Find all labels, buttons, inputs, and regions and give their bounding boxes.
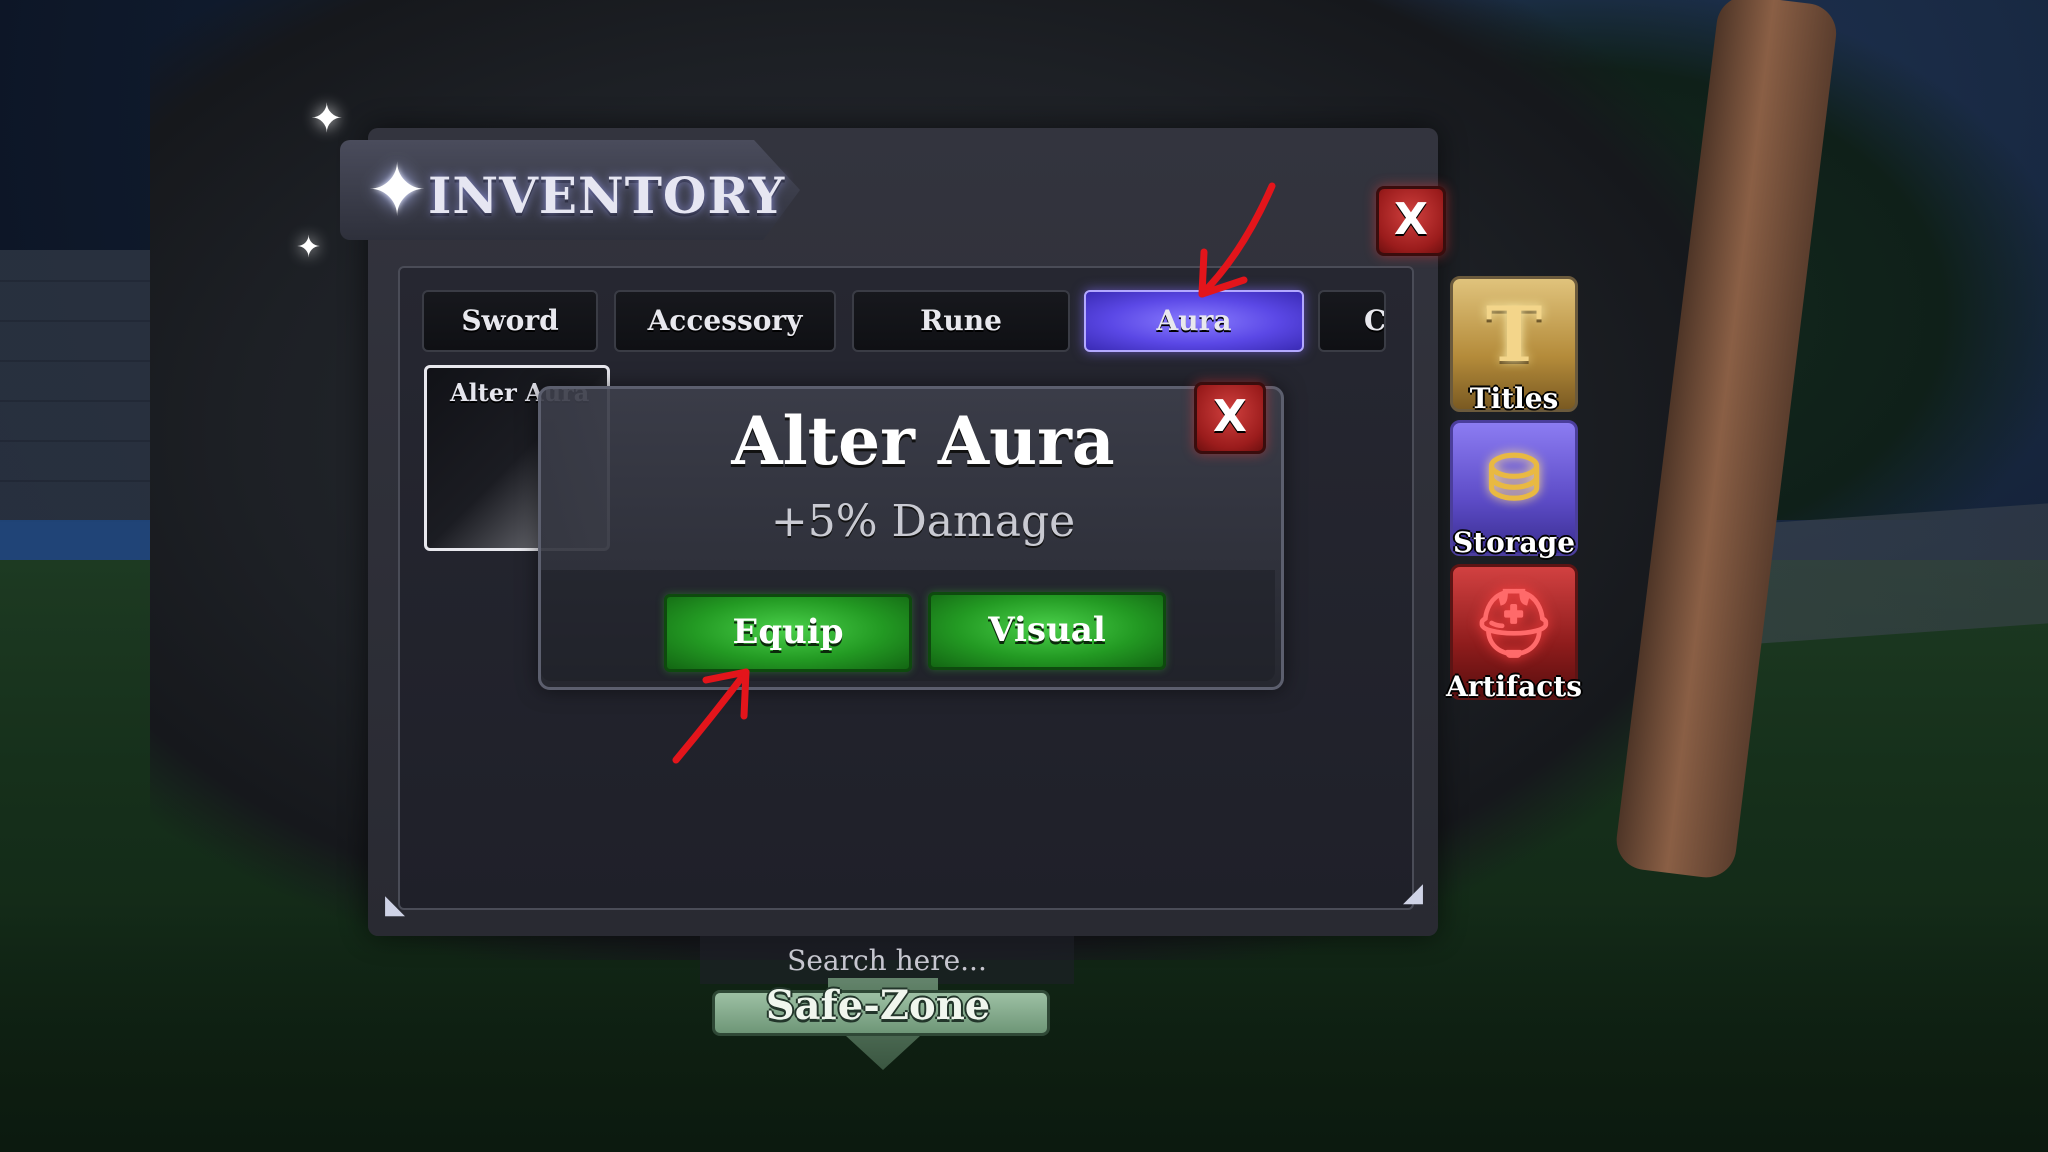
storage-jar-icon: ⛁ (1487, 441, 1541, 516)
side-label-titles: Titles (1469, 382, 1559, 415)
side-label-artifacts: Artifacts (1446, 670, 1582, 703)
corner-ornament-icon: ◣ (385, 890, 405, 920)
corner-ornament-icon: ◢ (1403, 878, 1423, 908)
visual-button[interactable]: Visual (928, 592, 1166, 670)
side-button-artifacts[interactable]: ⛑ Artifacts (1446, 564, 1582, 703)
item-stat: +5% Damage (770, 496, 1076, 547)
tab-accessory[interactable]: Accessory (614, 290, 836, 352)
search-input[interactable] (700, 936, 1074, 984)
tab-partial[interactable]: C (1318, 290, 1386, 352)
title-t-icon: T (1485, 290, 1543, 379)
side-button-titles[interactable]: T Titles (1450, 276, 1578, 415)
tab-sword[interactable]: Sword (422, 290, 598, 352)
helmet-icon: ⛑ (1472, 584, 1556, 662)
item-name: Alter Aura (731, 402, 1115, 480)
star-icon: ✦ (366, 148, 428, 232)
side-label-storage: Storage (1452, 526, 1576, 559)
side-button-storage[interactable]: ⛁ Storage (1450, 420, 1578, 559)
safe-zone-label: Safe-Zone (765, 982, 991, 1029)
inventory-title: INVENTORY (428, 166, 786, 225)
annotation-arrow-icon (1198, 182, 1276, 298)
sparkle-icon: ✦ (296, 230, 322, 265)
annotation-arrow-icon (672, 668, 750, 764)
tab-rune[interactable]: Rune (852, 290, 1070, 352)
sparkle-icon: ✦ (310, 96, 344, 142)
inventory-close-button[interactable]: X (1376, 186, 1446, 256)
